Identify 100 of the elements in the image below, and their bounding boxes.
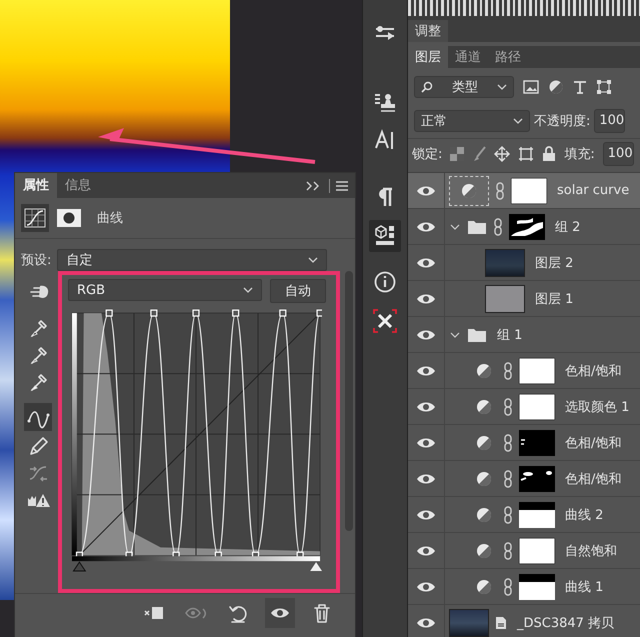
chevron-icon — [497, 83, 507, 91]
layer-row[interactable]: 色相/饱和 — [408, 425, 640, 461]
adjustment-icon — [475, 506, 493, 524]
layer-row[interactable]: 色相/饱和 — [408, 353, 640, 389]
adjustment-icon — [475, 578, 493, 596]
layer-name: 色相/饱和 — [565, 362, 622, 380]
caret-icon[interactable] — [449, 222, 461, 232]
chevron-icon — [308, 256, 318, 264]
adjustment-icon — [475, 470, 493, 488]
control-point[interactable] — [150, 310, 158, 317]
lock-label: 锁定: — [412, 146, 442, 163]
eye-icon[interactable] — [265, 598, 295, 628]
smart-object-icon — [495, 616, 507, 630]
panel-tab[interactable]: 属性 — [15, 173, 57, 198]
photo-placeholder — [449, 608, 489, 636]
folder-icon — [467, 326, 487, 342]
layer-row[interactable]: 自然饱和 — [408, 533, 640, 569]
layer-name: 组 2 — [555, 218, 580, 236]
layer-mask-thumbnail — [519, 394, 555, 420]
layer-name: 色相/饱和 — [565, 470, 622, 488]
blend-mode-dropdown[interactable]: 正常 — [414, 110, 530, 132]
photo-placeholder — [485, 248, 525, 276]
link-icon — [503, 398, 513, 416]
curves-icon[interactable] — [21, 204, 49, 232]
panel-tab[interactable]: 信息 — [57, 173, 99, 198]
chevron-icon — [243, 286, 253, 294]
layer-mask-thumbnail — [519, 538, 555, 564]
adjustment-icon — [475, 542, 493, 560]
layer-row[interactable]: 曲线 1 — [408, 569, 640, 605]
link-icon — [503, 362, 513, 380]
control-point[interactable] — [192, 310, 200, 317]
auto-button[interactable]: 自动 — [270, 279, 326, 303]
layer-name: 曲线 1 — [565, 578, 604, 596]
adjustment-icon — [460, 182, 478, 200]
panel-tab[interactable]: 路径 — [488, 46, 528, 68]
layer-row[interactable]: _DSC3847 拷贝 — [408, 605, 640, 637]
menu-icon[interactable] — [335, 180, 349, 192]
link-icon — [495, 182, 505, 200]
link-icon — [493, 218, 503, 236]
layer-row[interactable]: 组 2 — [408, 209, 640, 245]
folder-icon — [467, 218, 487, 234]
type-icon[interactable] — [573, 80, 587, 94]
artboard-icon[interactable] — [518, 146, 534, 162]
adjustment-icon — [475, 398, 493, 416]
chevron-icon — [513, 117, 523, 125]
move-icon[interactable] — [494, 146, 510, 162]
link-icon — [503, 542, 513, 560]
layer-row[interactable]: 图层 2 — [408, 245, 640, 281]
adjustment-icon — [475, 434, 493, 452]
layer-row[interactable]: 组 1 — [408, 317, 640, 353]
layer-mask-thumbnail — [519, 466, 555, 492]
control-point[interactable] — [279, 310, 286, 317]
preset-dropdown[interactable]: 自定 — [57, 249, 328, 271]
layer-mask-thumbnail — [509, 214, 545, 240]
control-point[interactable] — [316, 310, 322, 317]
layer-row[interactable]: 选取颜色 1 — [408, 389, 640, 425]
link-icon — [503, 578, 513, 596]
adjustment-icon[interactable] — [548, 79, 564, 95]
link-icon — [503, 470, 513, 488]
layer-mask-thumbnail — [511, 178, 547, 204]
opacity-label: 不透明度: — [534, 113, 590, 130]
brush-icon[interactable] — [472, 146, 486, 162]
layer-row[interactable]: 色相/饱和 — [408, 461, 640, 497]
fill-label: 填充: — [564, 146, 595, 163]
layer-row[interactable]: solar curve — [408, 173, 640, 209]
search-icon — [421, 81, 433, 93]
preset-label: 预设: — [21, 252, 52, 269]
link-icon — [503, 434, 513, 452]
control-point[interactable] — [106, 310, 113, 317]
layer-mask-thumbnail — [519, 430, 555, 456]
caret-icon[interactable] — [449, 330, 461, 340]
layer-name: 图层 2 — [535, 254, 574, 272]
layer-name: solar curve — [557, 183, 630, 198]
layer-mask-thumbnail — [519, 502, 555, 528]
filter-dropdown[interactable]: 类型 — [414, 76, 514, 98]
layer-name: 自然饱和 — [565, 542, 617, 560]
layer-name: 组 1 — [497, 326, 522, 344]
channel-dropdown[interactable]: RGB — [68, 279, 262, 301]
layer-row[interactable]: 图层 1 — [408, 281, 640, 317]
layer-name: 图层 1 — [535, 290, 574, 308]
image-icon[interactable] — [523, 80, 539, 94]
layer-name: 选取颜色 1 — [565, 398, 630, 416]
panel-title: 曲线 — [97, 210, 123, 227]
control-point[interactable] — [232, 310, 240, 317]
panel-tab[interactable]: 调整 — [408, 20, 448, 42]
layer-mask-thumbnail — [519, 358, 555, 384]
shape-icon[interactable] — [596, 79, 612, 95]
lock-icon[interactable] — [542, 146, 556, 162]
adjustment-icon — [475, 362, 493, 380]
layer-name: 色相/饱和 — [565, 434, 622, 452]
layer-thumbnail — [485, 284, 525, 312]
curve-icon[interactable] — [24, 403, 52, 431]
cube-icon[interactable] — [369, 220, 401, 252]
layer-name: 曲线 2 — [565, 506, 604, 524]
panel-tab[interactable]: 通道 — [448, 46, 488, 68]
layer-row[interactable]: 曲线 2 — [408, 497, 640, 533]
fill-field[interactable]: 100 — [602, 142, 634, 166]
panel-tab[interactable]: 图层 — [408, 46, 448, 68]
opacity-field[interactable]: 100 — [594, 109, 626, 133]
layer-mask-thumbnail — [519, 574, 555, 600]
